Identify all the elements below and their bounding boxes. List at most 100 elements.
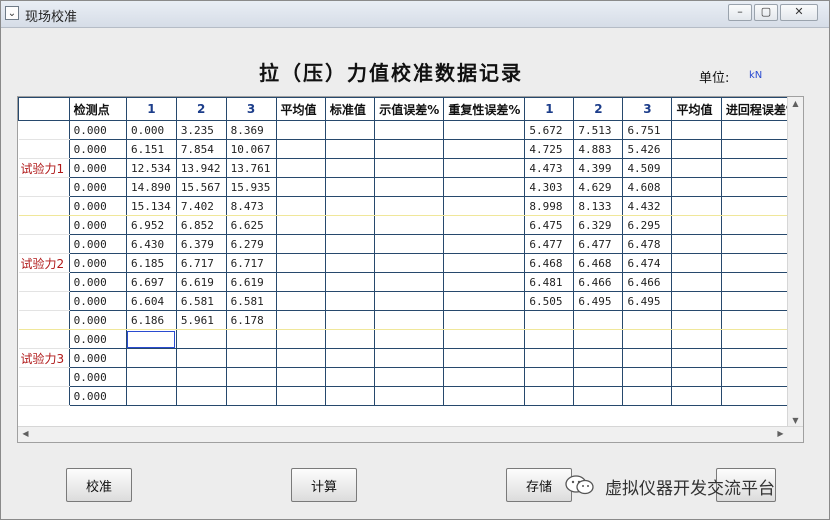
table-cell[interactable]: 0.000	[68, 291, 127, 311]
table-cell[interactable]	[324, 272, 376, 292]
table-cell[interactable]	[125, 367, 177, 387]
table-cell[interactable]	[374, 215, 445, 235]
table-cell[interactable]: 6.468	[573, 253, 624, 273]
scroll-right-icon[interactable]: ▶	[773, 429, 788, 438]
table-cell[interactable]	[443, 120, 526, 140]
table-cell[interactable]	[374, 139, 445, 159]
table-cell[interactable]: 6.481	[524, 272, 575, 292]
table-cell[interactable]: 6.295	[622, 215, 673, 235]
table-cell[interactable]	[275, 291, 326, 311]
table-cell[interactable]: 6.468	[524, 253, 575, 273]
table-cell[interactable]: 0.000	[68, 272, 127, 292]
table-cell[interactable]	[573, 310, 624, 330]
maximize-icon[interactable]: ▢	[754, 4, 778, 21]
table-cell[interactable]	[573, 386, 624, 406]
table-cell[interactable]	[671, 291, 722, 311]
table-cell[interactable]: 8.998	[524, 196, 575, 216]
table-cell[interactable]	[275, 196, 326, 216]
table-cell[interactable]	[622, 367, 673, 387]
table-cell[interactable]	[671, 215, 722, 235]
table-cell[interactable]	[374, 253, 445, 273]
table-cell[interactable]: 6.505	[524, 291, 575, 311]
table-cell[interactable]	[443, 348, 526, 368]
table-cell[interactable]: 6.466	[573, 272, 624, 292]
table-cell[interactable]	[275, 367, 326, 387]
table-cell[interactable]	[622, 329, 673, 349]
table-cell[interactable]: 6.477	[524, 234, 575, 254]
table-cell[interactable]: 6.474	[622, 253, 673, 273]
table-cell[interactable]	[324, 120, 376, 140]
table-cell[interactable]: 6.478	[622, 234, 673, 254]
table-cell[interactable]	[374, 348, 445, 368]
scroll-left-icon[interactable]: ◀	[18, 429, 33, 438]
table-cell[interactable]	[324, 253, 376, 273]
table-cell[interactable]	[443, 329, 526, 349]
table-cell[interactable]: 0.000	[68, 139, 127, 159]
table-cell[interactable]: 4.399	[573, 158, 624, 178]
table-cell[interactable]: 4.608	[622, 177, 673, 197]
table-cell[interactable]	[374, 367, 445, 387]
table-cell[interactable]: 15.134	[125, 196, 177, 216]
scroll-up-icon[interactable]: ▲	[788, 99, 803, 108]
table-cell[interactable]	[125, 386, 177, 406]
table-cell[interactable]	[524, 367, 575, 387]
table-cell[interactable]	[374, 310, 445, 330]
table-cell[interactable]	[671, 348, 722, 368]
scroll-down-icon[interactable]: ▼	[788, 416, 803, 425]
table-cell[interactable]	[324, 234, 376, 254]
table-cell[interactable]	[671, 253, 722, 273]
table-cell[interactable]	[275, 234, 326, 254]
table-cell[interactable]: 0.000	[68, 196, 127, 216]
table-cell[interactable]: 6.581	[175, 291, 227, 311]
table-cell[interactable]	[443, 386, 526, 406]
table-cell[interactable]	[671, 367, 722, 387]
table-cell[interactable]	[573, 367, 624, 387]
table-cell[interactable]: 6.477	[573, 234, 624, 254]
table-cell[interactable]: 4.629	[573, 177, 624, 197]
table-cell[interactable]	[275, 177, 326, 197]
save-button[interactable]: 存储	[506, 468, 572, 502]
table-cell[interactable]	[573, 329, 624, 349]
table-cell[interactable]: 0.000	[68, 348, 127, 368]
table-cell[interactable]	[374, 291, 445, 311]
table-cell[interactable]: 0.000	[68, 215, 127, 235]
table-cell[interactable]	[443, 196, 526, 216]
table-cell[interactable]: 3.235	[175, 120, 227, 140]
table-cell[interactable]	[671, 196, 722, 216]
table-cell[interactable]: 6.379	[175, 234, 227, 254]
table-cell[interactable]: 0.000	[68, 253, 127, 273]
table-cell[interactable]	[324, 196, 376, 216]
title-bar[interactable]: ⌄ 现场校准 – ▢ ✕	[1, 1, 829, 28]
table-cell[interactable]: 4.432	[622, 196, 673, 216]
table-cell[interactable]	[324, 367, 376, 387]
table-cell[interactable]: 6.625	[225, 215, 277, 235]
table-cell[interactable]: 5.672	[524, 120, 575, 140]
table-cell[interactable]	[524, 329, 575, 349]
table-cell[interactable]: 4.725	[524, 139, 575, 159]
table-cell[interactable]: 0.000	[68, 120, 127, 140]
table-cell[interactable]: 7.402	[175, 196, 227, 216]
table-cell[interactable]	[275, 386, 326, 406]
table-cell[interactable]: 13.942	[175, 158, 227, 178]
table-cell[interactable]: 6.185	[125, 253, 177, 273]
table-cell[interactable]	[125, 348, 177, 368]
table-cell[interactable]	[275, 158, 326, 178]
table-cell[interactable]: 6.952	[125, 215, 177, 235]
table-cell[interactable]	[524, 348, 575, 368]
table-cell[interactable]	[524, 386, 575, 406]
table-cell[interactable]	[275, 139, 326, 159]
table-cell[interactable]	[324, 310, 376, 330]
table-cell[interactable]	[324, 348, 376, 368]
table-cell[interactable]	[671, 234, 722, 254]
table-cell[interactable]	[443, 139, 526, 159]
table-cell[interactable]	[443, 310, 526, 330]
table-cell[interactable]	[524, 310, 575, 330]
table-cell[interactable]: 14.890	[125, 177, 177, 197]
table-cell[interactable]	[671, 310, 722, 330]
table-cell[interactable]	[275, 215, 326, 235]
data-grid[interactable]: 检测点 1 2 3 平均值 标准值 示值误差% 重复性误差% 1 2 3 平均值 进回程误差% 0.00…	[17, 96, 804, 443]
table-cell[interactable]: 5.961	[175, 310, 227, 330]
table-cell[interactable]: 4.883	[573, 139, 624, 159]
table-cell[interactable]	[125, 329, 177, 349]
table-cell[interactable]	[175, 348, 227, 368]
